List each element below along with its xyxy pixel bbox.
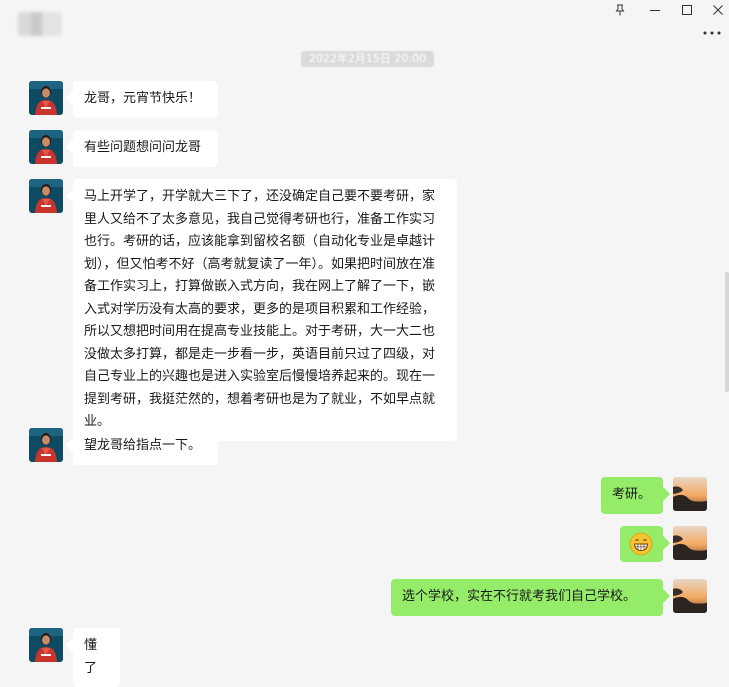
message-bubble[interactable] <box>620 526 663 562</box>
close-icon[interactable] <box>704 0 729 20</box>
more-icon[interactable] <box>701 26 723 40</box>
my-avatar[interactable] <box>673 477 707 511</box>
message-bubble[interactable]: 龙哥，元宵节快乐！ <box>73 81 218 118</box>
message-text: 考研。 <box>612 487 652 502</box>
contact-avatar[interactable] <box>29 628 63 662</box>
contact-avatar[interactable] <box>29 179 63 213</box>
message-bubble[interactable]: 考研。 <box>601 477 663 514</box>
message-text: 龙哥，元宵节快乐！ <box>84 91 202 106</box>
message-bubble[interactable]: 望龙哥给指点一下。 <box>73 428 218 465</box>
message-text: 选个学校，实在不行就考我们自己学校。 <box>402 589 637 604</box>
message-bubble[interactable]: 选个学校，实在不行就考我们自己学校。 <box>391 579 663 616</box>
scrollbar[interactable] <box>725 272 729 392</box>
pin-icon[interactable] <box>606 0 634 20</box>
message-text: 有些问题想问问龙哥 <box>84 140 202 155</box>
message-bubble[interactable]: 懂了 <box>73 628 120 687</box>
message-bubble[interactable]: 马上开学了，开学就大三下了，还没确定自己要不要考研，家里人又给不了太多意见，我自… <box>73 179 457 441</box>
contact-name[interactable]: ▒▒▒▒ <box>18 12 62 36</box>
grin-emoji <box>629 532 653 556</box>
timestamp: 2022年2月15日 20:00 <box>301 51 434 67</box>
contact-avatar[interactable] <box>29 428 63 462</box>
my-avatar[interactable] <box>673 526 707 560</box>
message-text: 望龙哥给指点一下。 <box>84 438 202 453</box>
maximize-icon[interactable] <box>673 0 701 20</box>
my-avatar[interactable] <box>673 579 707 613</box>
message-text: 马上开学了，开学就大三下了，还没确定自己要不要考研，家里人又给不了太多意见，我自… <box>84 189 436 429</box>
minimize-icon[interactable] <box>641 0 669 20</box>
contact-avatar[interactable] <box>29 81 63 115</box>
message-bubble[interactable]: 有些问题想问问龙哥 <box>73 130 218 167</box>
contact-avatar[interactable] <box>29 130 63 164</box>
